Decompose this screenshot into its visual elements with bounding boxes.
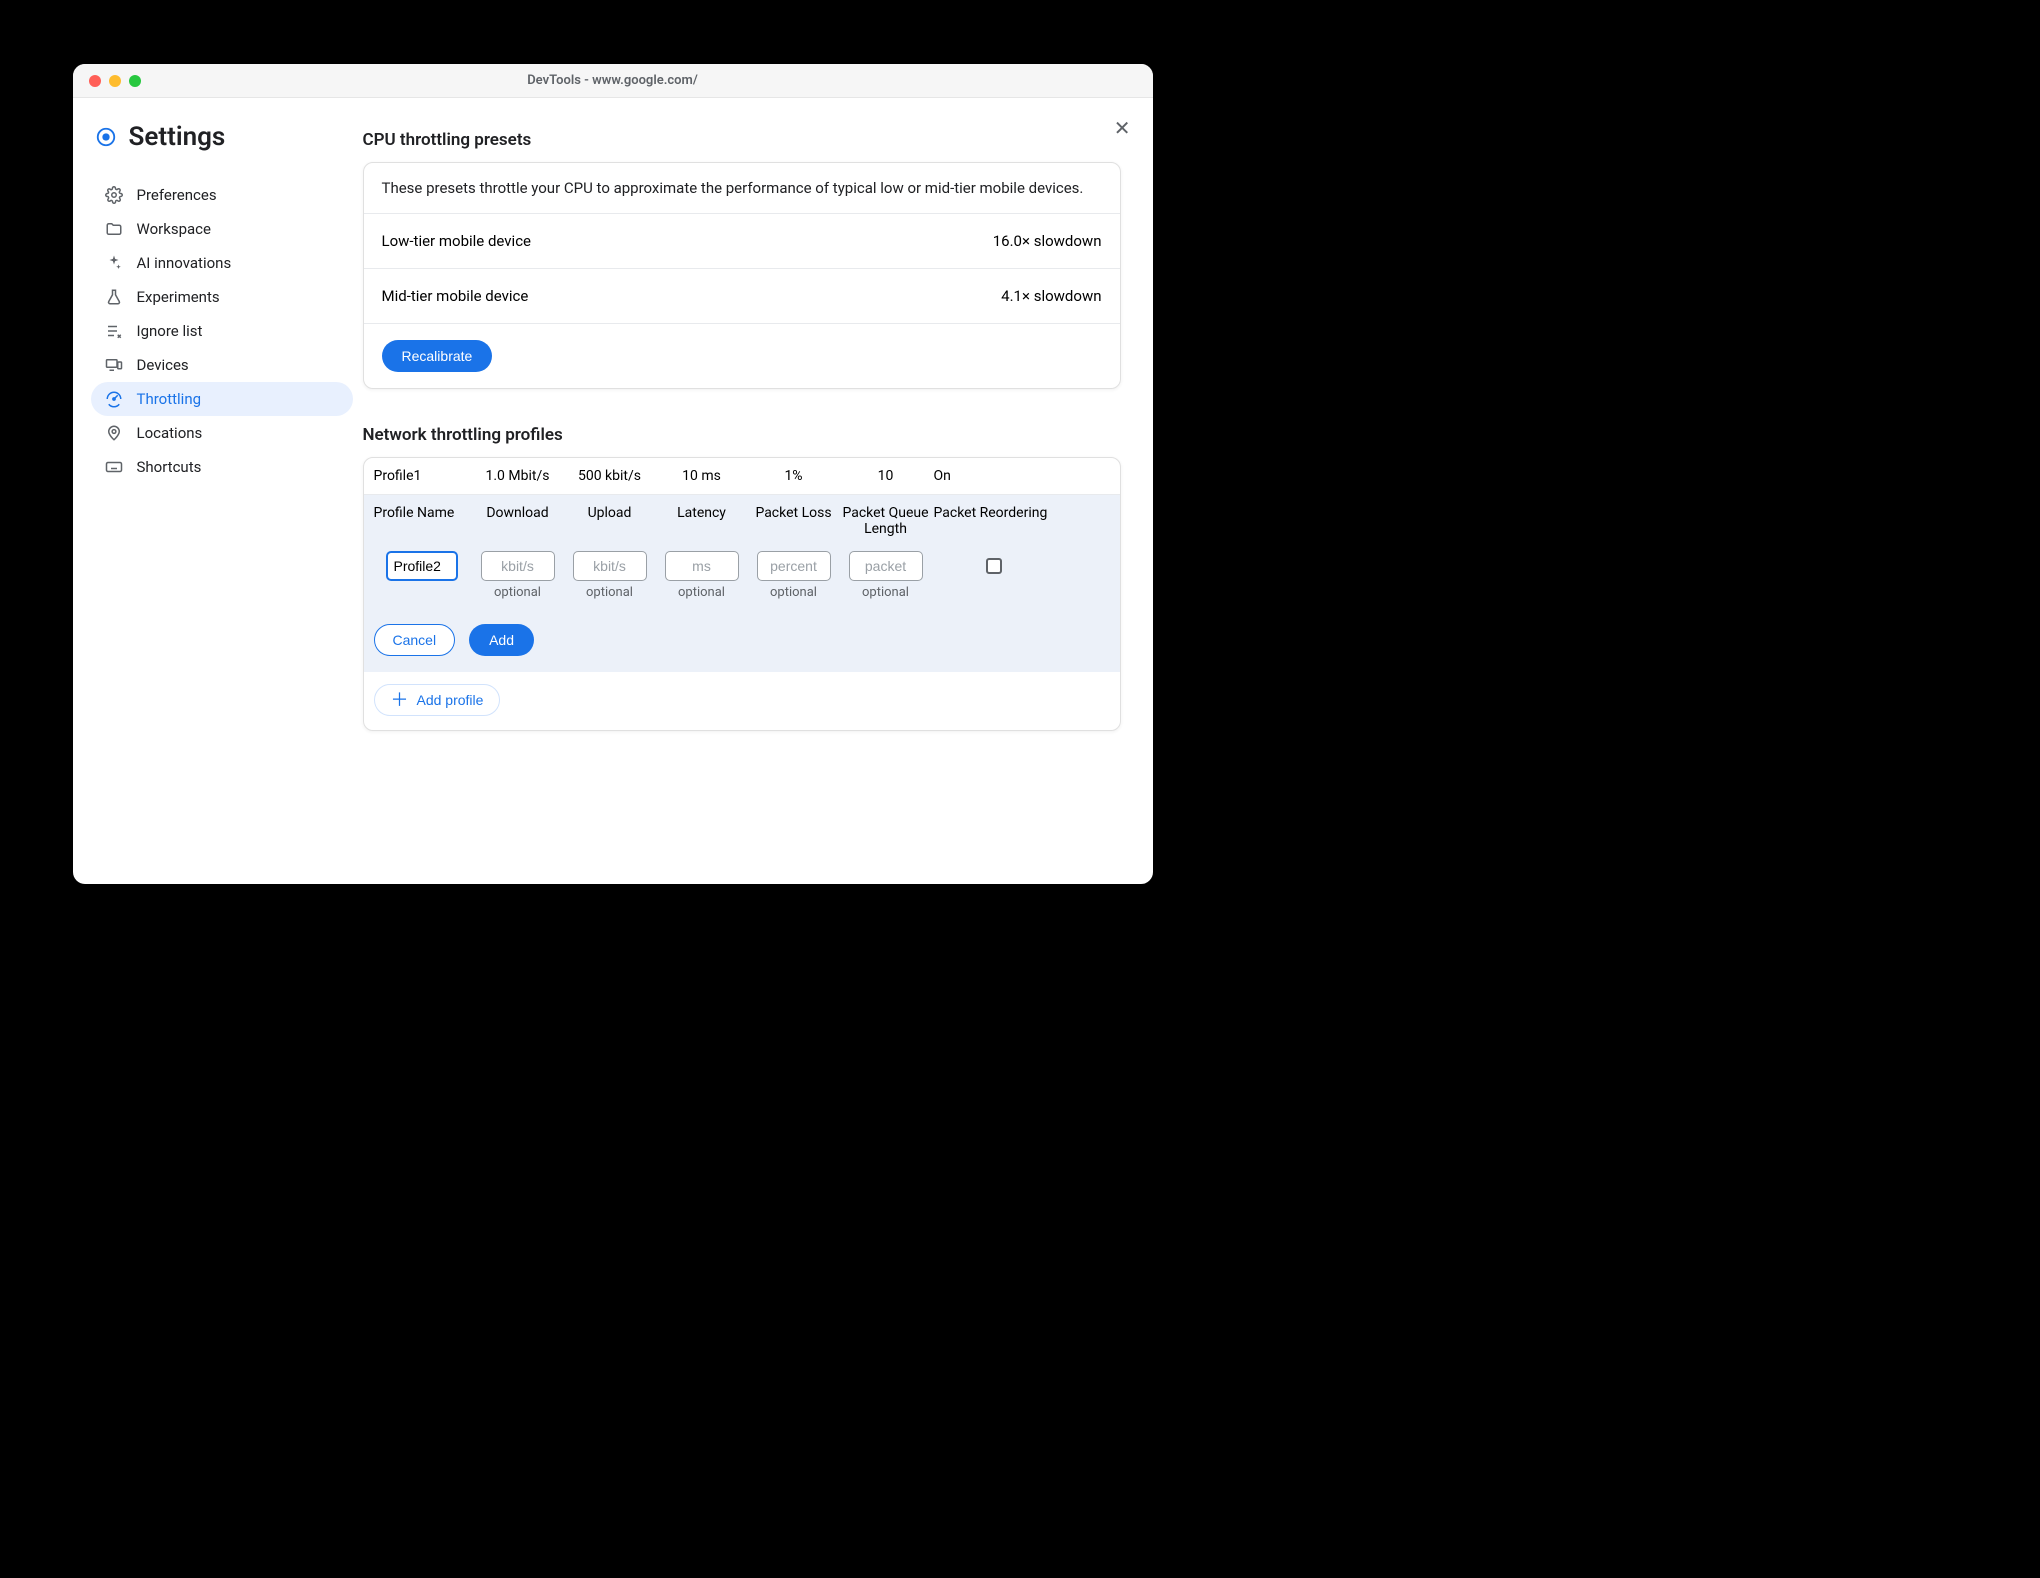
optional-hints-row: optional optional optional optional opti…: [374, 585, 1110, 600]
add-profile-row: ＋ Add profile: [364, 672, 1120, 716]
settings-header: Settings: [91, 122, 353, 178]
cpu-preset-row: Mid-tier mobile device 4.1× slowdown: [364, 269, 1120, 324]
sidebar-item-label: Preferences: [137, 186, 217, 204]
network-table: Profile1 1.0 Mbit/s 500 kbit/s 10 ms 1% …: [364, 458, 1120, 672]
sidebar-item-experiments[interactable]: Experiments: [91, 280, 353, 314]
sidebar-item-label: Workspace: [137, 220, 211, 238]
folder-icon: [105, 220, 123, 238]
col-latency: Latency: [658, 505, 746, 537]
network-section-title: Network throttling profiles: [363, 425, 1121, 445]
devtools-window: DevTools - www.google.com/ ✕ Settings Pr…: [73, 64, 1153, 884]
plus-icon: ＋: [391, 691, 409, 709]
reorder-cell: On: [934, 468, 1054, 484]
sidebar-item-label: Throttling: [137, 390, 202, 408]
location-icon: [105, 424, 123, 442]
preset-label: Mid-tier mobile device: [382, 287, 529, 305]
sidebar-item-workspace[interactable]: Workspace: [91, 212, 353, 246]
optional-hint: optional: [566, 585, 654, 600]
cancel-button[interactable]: Cancel: [374, 624, 456, 656]
keyboard-icon: [105, 458, 123, 476]
sidebar-item-label: Devices: [137, 356, 189, 374]
recalibrate-button[interactable]: Recalibrate: [382, 340, 493, 372]
packet-loss-input[interactable]: [757, 551, 831, 581]
sidebar: Settings Preferences Workspace AI innova…: [73, 98, 363, 884]
col-reorder: Packet Reordering: [934, 505, 1054, 537]
window-maximize-button[interactable]: [129, 75, 141, 87]
sidebar-item-devices[interactable]: Devices: [91, 348, 353, 382]
col-loss: Packet Loss: [750, 505, 838, 537]
network-profile-editor: Profile Name Download Upload Latency Pac…: [364, 495, 1120, 672]
sidebar-item-ai-innovations[interactable]: AI innovations: [91, 246, 353, 280]
cpu-presets-card: These presets throttle your CPU to appro…: [363, 162, 1121, 389]
sidebar-item-locations[interactable]: Locations: [91, 416, 353, 450]
titlebar: DevTools - www.google.com/: [73, 64, 1153, 98]
upload-input[interactable]: [573, 551, 647, 581]
download-cell: 1.0 Mbit/s: [474, 468, 562, 484]
sidebar-item-throttling[interactable]: Throttling: [91, 382, 353, 416]
col-name: Profile Name: [374, 505, 470, 537]
cpu-description: These presets throttle your CPU to appro…: [364, 163, 1120, 214]
page-title: Settings: [129, 122, 226, 152]
editor-actions: Cancel Add: [374, 600, 1110, 662]
cpu-preset-row: Low-tier mobile device 16.0× slowdown: [364, 214, 1120, 269]
window-minimize-button[interactable]: [109, 75, 121, 87]
speedometer-icon: [105, 390, 123, 408]
network-columns-header: Profile Name Download Upload Latency Pac…: [374, 505, 1110, 537]
queue-cell: 10: [842, 468, 930, 484]
optional-hint: optional: [842, 585, 930, 600]
sparkle-icon: [105, 254, 123, 272]
add-profile-label: Add profile: [417, 692, 484, 708]
sidebar-item-label: Shortcuts: [137, 458, 202, 476]
preset-value: 16.0× slowdown: [993, 232, 1102, 250]
traffic-lights: [89, 75, 141, 87]
network-profile-row[interactable]: Profile1 1.0 Mbit/s 500 kbit/s 10 ms 1% …: [364, 458, 1120, 495]
window-title: DevTools - www.google.com/: [73, 73, 1153, 88]
optional-hint: optional: [658, 585, 746, 600]
optional-hint: optional: [750, 585, 838, 600]
network-profiles-card: Profile1 1.0 Mbit/s 500 kbit/s 10 ms 1% …: [363, 457, 1121, 731]
nav: Preferences Workspace AI innovations Exp…: [91, 178, 353, 484]
add-button[interactable]: Add: [469, 624, 534, 656]
sidebar-item-label: Locations: [137, 424, 203, 442]
main: CPU throttling presets These presets thr…: [363, 98, 1153, 884]
sidebar-item-label: AI innovations: [137, 254, 232, 272]
sidebar-item-preferences[interactable]: Preferences: [91, 178, 353, 212]
col-queue: Packet Queue Length: [842, 505, 930, 537]
gear-icon: [105, 186, 123, 204]
optional-hint: optional: [474, 585, 562, 600]
add-profile-button[interactable]: ＋ Add profile: [374, 684, 501, 716]
upload-cell: 500 kbit/s: [566, 468, 654, 484]
download-input[interactable]: [481, 551, 555, 581]
sidebar-item-label: Experiments: [137, 288, 220, 306]
sidebar-item-ignore-list[interactable]: Ignore list: [91, 314, 353, 348]
devices-icon: [105, 356, 123, 374]
latency-input[interactable]: [665, 551, 739, 581]
preset-label: Low-tier mobile device: [382, 232, 532, 250]
devtools-icon: [95, 126, 117, 148]
packet-reordering-checkbox[interactable]: [986, 558, 1002, 574]
loss-cell: 1%: [750, 468, 838, 484]
sidebar-item-shortcuts[interactable]: Shortcuts: [91, 450, 353, 484]
flask-icon: [105, 288, 123, 306]
profile-name-input[interactable]: [386, 551, 458, 581]
editor-input-row: [374, 551, 1110, 581]
cpu-card-footer: Recalibrate: [364, 324, 1120, 388]
content: Settings Preferences Workspace AI innova…: [73, 98, 1153, 884]
preset-value: 4.1× slowdown: [1001, 287, 1101, 305]
profile-name-cell: Profile1: [374, 468, 470, 484]
packet-queue-input[interactable]: [849, 551, 923, 581]
latency-cell: 10 ms: [658, 468, 746, 484]
col-upload: Upload: [566, 505, 654, 537]
sidebar-item-label: Ignore list: [137, 322, 203, 340]
window-close-button[interactable]: [89, 75, 101, 87]
col-download: Download: [474, 505, 562, 537]
close-icon[interactable]: ✕: [1114, 116, 1131, 140]
cpu-section-title: CPU throttling presets: [363, 130, 1121, 150]
list-x-icon: [105, 322, 123, 340]
